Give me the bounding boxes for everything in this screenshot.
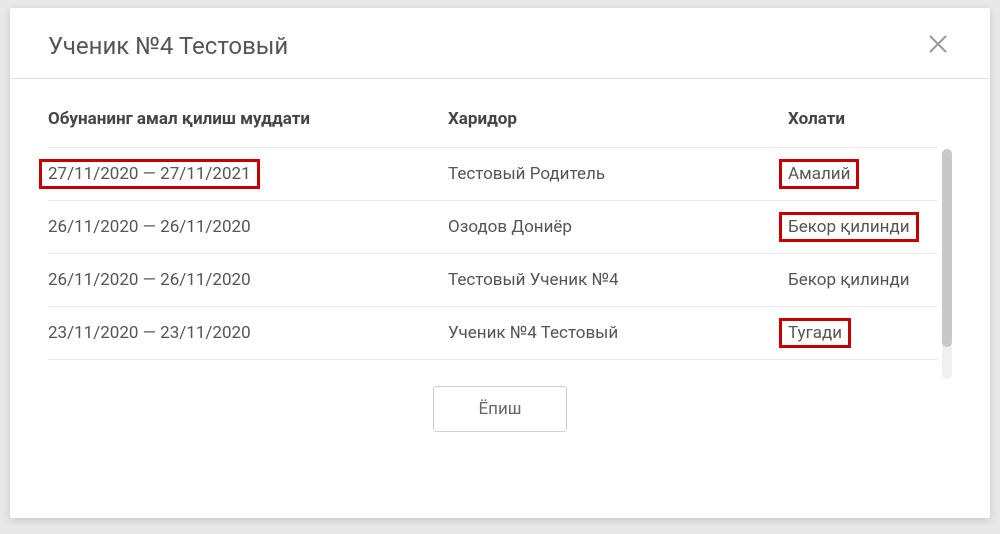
subscriptions-table: Обунанинг амал қилиш муддати Харидор Хол… xyxy=(48,109,952,360)
highlight-box: Тугади xyxy=(779,318,851,348)
highlight-box: Амалий xyxy=(779,159,859,189)
table-row: 27/11/2020 — 27/11/2021Тестовый Родитель… xyxy=(48,147,938,201)
cell-period: 27/11/2020 — 27/11/2021 xyxy=(48,164,448,184)
cell-status: Тугади xyxy=(788,323,938,343)
cell-period: 26/11/2020 — 26/11/2020 xyxy=(48,270,448,290)
cell-status: Амалий xyxy=(788,164,938,184)
cell-buyer: Ученик №4 Тестовый xyxy=(448,323,788,343)
table-header: Обунанинг амал қилиш муддати Харидор Хол… xyxy=(48,109,938,147)
cell-status: Бекор қилинди xyxy=(788,217,938,237)
highlight-box: 27/11/2020 — 27/11/2021 xyxy=(39,159,260,189)
modal-header: Ученик №4 Тестовый xyxy=(10,8,990,79)
scrollbar[interactable] xyxy=(942,149,952,379)
table-body: 27/11/2020 — 27/11/2021Тестовый Родитель… xyxy=(48,147,938,360)
table-row: 23/11/2020 — 23/11/2020Ученик №4 Тестовы… xyxy=(48,307,938,360)
modal-footer: Ёпиш xyxy=(48,360,952,432)
close-icon[interactable] xyxy=(924,30,952,62)
cell-period: 23/11/2020 — 23/11/2020 xyxy=(48,323,448,343)
cell-buyer: Озодов Дониёр xyxy=(448,217,788,237)
table-row: 26/11/2020 — 26/11/2020Озодов ДониёрБеко… xyxy=(48,201,938,254)
highlight-box: Бекор қилинди xyxy=(779,212,919,242)
column-header-period: Обунанинг амал қилиш муддати xyxy=(48,109,448,129)
modal-dialog: Ученик №4 Тестовый Обунанинг амал қилиш … xyxy=(10,8,990,518)
modal-body: Обунанинг амал қилиш муддати Харидор Хол… xyxy=(10,79,990,432)
modal-title: Ученик №4 Тестовый xyxy=(48,32,288,60)
scrollbar-thumb[interactable] xyxy=(942,149,952,347)
cell-status: Бекор қилинди xyxy=(788,270,938,290)
cell-period: 26/11/2020 — 26/11/2020 xyxy=(48,217,448,237)
column-header-buyer: Харидор xyxy=(448,109,788,129)
column-header-status: Холати xyxy=(788,109,938,129)
cell-buyer: Тестовый Родитель xyxy=(448,164,788,184)
close-button[interactable]: Ёпиш xyxy=(433,386,566,432)
table-row: 26/11/2020 — 26/11/2020Тестовый Ученик №… xyxy=(48,254,938,307)
cell-buyer: Тестовый Ученик №4 xyxy=(448,270,788,290)
